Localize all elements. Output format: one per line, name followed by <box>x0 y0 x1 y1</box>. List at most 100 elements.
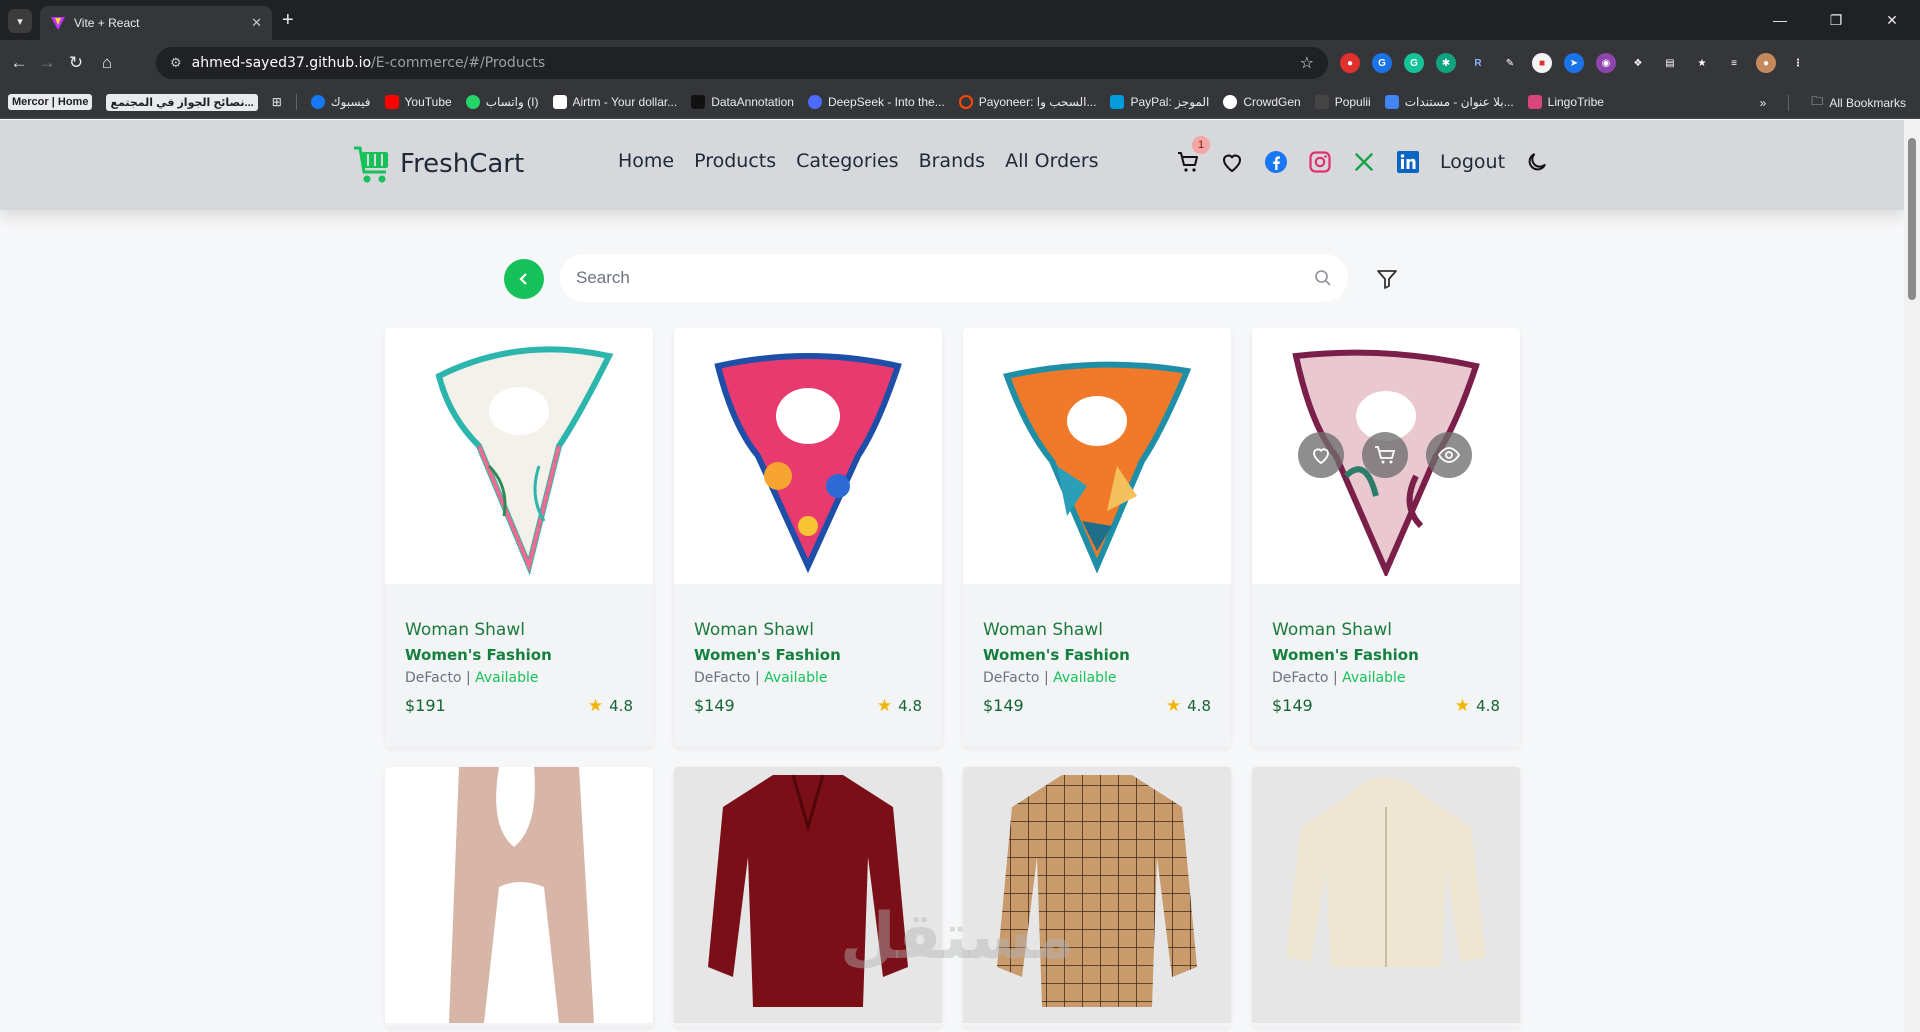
x-twitter-icon[interactable] <box>1352 150 1376 174</box>
extension-icon[interactable]: ■ <box>1532 53 1552 73</box>
bookmark-star-icon[interactable]: ☆ <box>1300 53 1314 73</box>
main-nav: Home Products Categories Brands All Orde… <box>618 150 1099 172</box>
profile-avatar[interactable]: ● <box>1756 53 1776 73</box>
forward-arrow-icon[interactable]: → <box>34 51 60 75</box>
back-button[interactable] <box>504 259 544 299</box>
browser-toolbar: ← → ↻ ⌂ ⚙ ahmed-sayed37.github.io/E-comm… <box>0 40 1920 86</box>
page-viewport: FreshCart Home Products Categories Brand… <box>0 120 1904 1032</box>
back-arrow-icon[interactable]: ← <box>6 51 32 75</box>
heart-icon[interactable] <box>1220 150 1244 174</box>
new-tab-button[interactable]: + <box>282 9 294 31</box>
separator <box>1788 94 1790 111</box>
linkedin-icon[interactable] <box>1396 150 1420 174</box>
quick-view-button[interactable] <box>1426 432 1472 478</box>
star-icon: ★ <box>587 696 604 716</box>
extension-icon[interactable]: G <box>1372 53 1392 73</box>
bookmark-item[interactable]: YouTube <box>384 95 452 109</box>
bookmarks-icon[interactable]: ★ <box>1692 53 1712 73</box>
search-input[interactable] <box>576 268 1314 288</box>
product-card[interactable]: Woman Shawl Women's Fashion DeFacto | Av… <box>1252 328 1520 747</box>
bookmark-item[interactable]: Populii <box>1314 95 1371 109</box>
product-name[interactable]: Woman Shawl <box>405 620 633 640</box>
product-grid: Woman Shawl Women's Fashion DeFacto | Av… <box>385 328 1521 1027</box>
apps-grid-icon[interactable]: ⊞ <box>272 95 282 109</box>
product-name[interactable]: Woman Shawl <box>983 620 1211 640</box>
all-bookmarks-folder[interactable]: 🗀 All Bookmarks <box>1811 92 1906 113</box>
address-bar[interactable]: ⚙ ahmed-sayed37.github.io/E-commerce/#/P… <box>156 47 1328 79</box>
extension-icon[interactable]: ➤ <box>1564 53 1584 73</box>
nav-categories[interactable]: Categories <box>796 150 898 172</box>
bookmark-item[interactable]: بلا عنوان - مستندات... <box>1384 95 1514 109</box>
extension-icon[interactable]: R <box>1468 53 1488 73</box>
availability-status: Available <box>764 670 828 686</box>
product-category: Women's Fashion <box>694 646 841 664</box>
extension-icon[interactable]: ◉ <box>1596 53 1616 73</box>
site-logo[interactable]: FreshCart <box>352 142 524 186</box>
facebook-icon[interactable] <box>1264 150 1288 174</box>
bookmark-item[interactable]: PayPal: الموجز <box>1110 95 1209 109</box>
tab-search-button[interactable]: ▾ <box>8 9 32 33</box>
add-to-wishlist-button[interactable] <box>1298 432 1344 478</box>
restore-button[interactable]: ❐ <box>1808 0 1864 40</box>
nav-products[interactable]: Products <box>694 150 776 172</box>
product-card[interactable] <box>963 767 1231 1027</box>
product-card[interactable]: Woman Shawl Women's Fashion DeFacto | Av… <box>963 328 1231 747</box>
bookmarks-bar: Mercor | Home نصائح الجواز في المجتمع...… <box>0 86 1920 119</box>
site-info-icon[interactable]: ⚙ <box>170 55 182 71</box>
product-image <box>1252 767 1520 1023</box>
bookmark-item[interactable]: DeepSeek - Into the... <box>807 95 945 109</box>
close-tab-icon[interactable]: ✕ <box>251 15 262 31</box>
bookmark-item[interactable]: Payoneer: السحب وا... <box>958 95 1096 109</box>
product-card[interactable] <box>385 767 653 1027</box>
nav-home[interactable]: Home <box>618 150 674 172</box>
nav-all-orders[interactable]: All Orders <box>1005 150 1099 172</box>
logout-link[interactable]: Logout <box>1440 151 1505 173</box>
extension-icon[interactable]: ✱ <box>1436 53 1456 73</box>
browser-tab[interactable]: Vite + React ✕ <box>40 6 272 40</box>
product-card[interactable]: Woman Shawl Women's Fashion DeFacto | Av… <box>385 328 653 747</box>
dataannotation-icon <box>691 95 706 109</box>
extension-icon[interactable]: ● <box>1340 53 1360 73</box>
product-name[interactable]: Woman Shawl <box>694 620 922 640</box>
product-card[interactable] <box>674 767 942 1027</box>
search-row <box>504 254 1404 304</box>
bookmark-item[interactable]: Mercor | Home <box>8 94 93 110</box>
populii-icon <box>1314 95 1329 109</box>
nav-brands[interactable]: Brands <box>919 150 986 172</box>
add-to-cart-button[interactable] <box>1362 432 1408 478</box>
availability-status: Available <box>1053 670 1117 686</box>
home-icon[interactable]: ⌂ <box>94 51 120 75</box>
extensions-puzzle-icon[interactable]: ❖ <box>1628 53 1648 73</box>
more-bookmarks-icon[interactable]: » <box>1760 96 1767 110</box>
product-image <box>963 328 1231 584</box>
star-icon: ★ <box>876 696 893 716</box>
bookmark-item[interactable]: DataAnnotation <box>691 95 794 109</box>
bookmark-item[interactable]: فيسبوك <box>310 95 371 109</box>
browser-menu-icon[interactable]: ⋮ <box>1788 53 1808 73</box>
bookmark-item[interactable]: CrowdGen <box>1223 95 1301 109</box>
bookmark-item[interactable]: واتساب (I) <box>465 95 539 109</box>
lingotribe-icon <box>1527 95 1542 109</box>
product-card[interactable]: Woman Shawl Women's Fashion DeFacto | Av… <box>674 328 942 747</box>
product-image <box>385 328 653 584</box>
bookmark-item[interactable]: LingoTribe <box>1527 95 1604 109</box>
search-icon[interactable] <box>1314 269 1332 287</box>
scrollbar-thumb[interactable] <box>1908 138 1916 300</box>
bookmark-item[interactable]: Airtm - Your dollar... <box>552 95 677 109</box>
filter-icon[interactable] <box>1376 268 1398 290</box>
eyedropper-icon[interactable]: ✎ <box>1500 53 1520 73</box>
grammarly-icon[interactable]: G <box>1404 53 1424 73</box>
minimize-button[interactable]: — <box>1752 0 1808 40</box>
product-name[interactable]: Woman Shawl <box>1272 620 1500 640</box>
reload-icon[interactable]: ↻ <box>63 51 89 75</box>
dark-mode-moon-icon[interactable] <box>1525 150 1549 174</box>
bookmark-item[interactable]: نصائح الجواز في المجتمع... <box>106 93 258 111</box>
vite-icon <box>51 17 65 30</box>
media-icon[interactable]: ≡ <box>1724 53 1744 73</box>
close-window-button[interactable]: ✕ <box>1864 0 1920 40</box>
instagram-icon[interactable] <box>1308 150 1332 174</box>
cart-icon[interactable]: 1 <box>1176 136 1210 174</box>
airtm-icon <box>552 95 567 109</box>
product-card[interactable] <box>1252 767 1520 1027</box>
reading-list-icon[interactable]: ▤ <box>1660 53 1680 73</box>
